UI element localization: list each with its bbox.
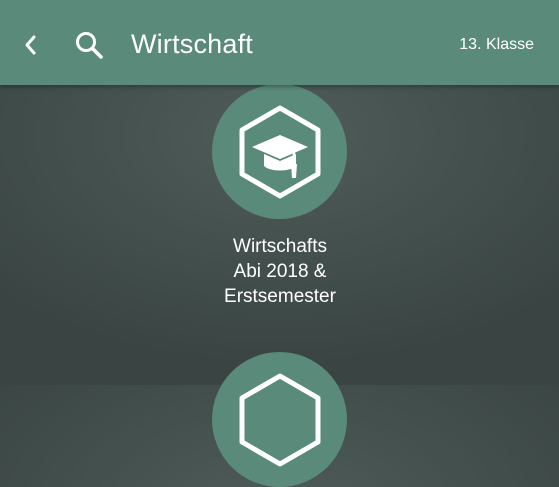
back-button[interactable] <box>14 28 48 62</box>
category-card[interactable]: Wirtschafts Abi 2018 & Erstsemester <box>170 84 390 314</box>
graduation-cap-hexagon-icon <box>239 105 320 198</box>
hexagon-icon <box>239 373 320 467</box>
search-icon <box>76 32 103 59</box>
top-bar: Wirtschaft 13. Klasse <box>0 0 559 85</box>
category-badge <box>212 84 347 219</box>
category-badge-next[interactable] <box>212 352 347 487</box>
category-label-line: Abi 2018 & <box>233 261 327 282</box>
grade-label[interactable]: 13. Klasse <box>459 34 534 56</box>
chevron-left-icon <box>25 35 36 55</box>
category-label: Wirtschafts Abi 2018 & Erstsemester <box>170 234 390 309</box>
search-button[interactable] <box>70 26 108 64</box>
category-label-line: Erstsemester <box>224 286 336 307</box>
page-title: Wirtschaft <box>131 29 254 59</box>
category-label-line: Wirtschafts <box>233 236 327 257</box>
